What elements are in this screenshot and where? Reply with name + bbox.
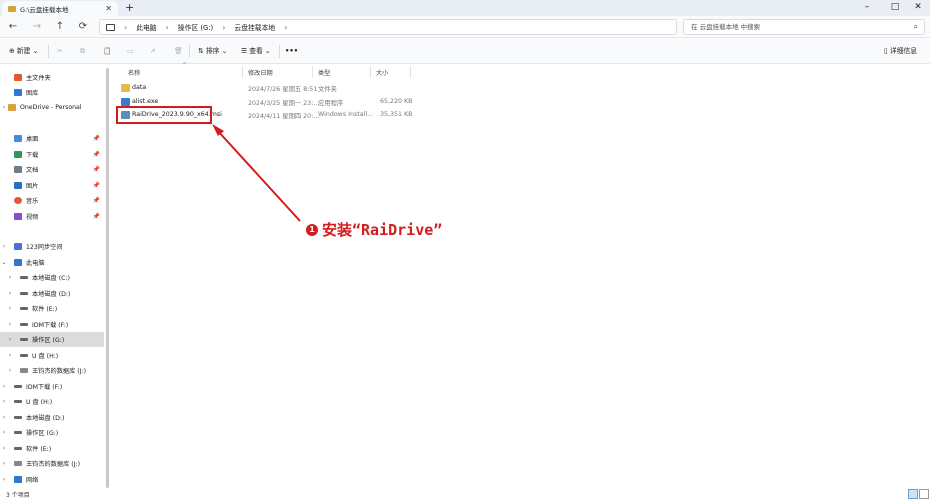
annotation-text: 安装“RaiDrive” — [322, 221, 443, 239]
annotation-label: 1 安装“RaiDrive” — [306, 219, 442, 240]
step-number-badge: 1 — [306, 223, 318, 236]
item-count: 3 个项目 — [6, 492, 30, 499]
tiles-view-icon[interactable] — [919, 489, 929, 499]
annotation-arrow — [212, 124, 301, 222]
details-view-icon[interactable] — [908, 489, 918, 499]
status-bar: 3 个项目 — [0, 488, 930, 500]
